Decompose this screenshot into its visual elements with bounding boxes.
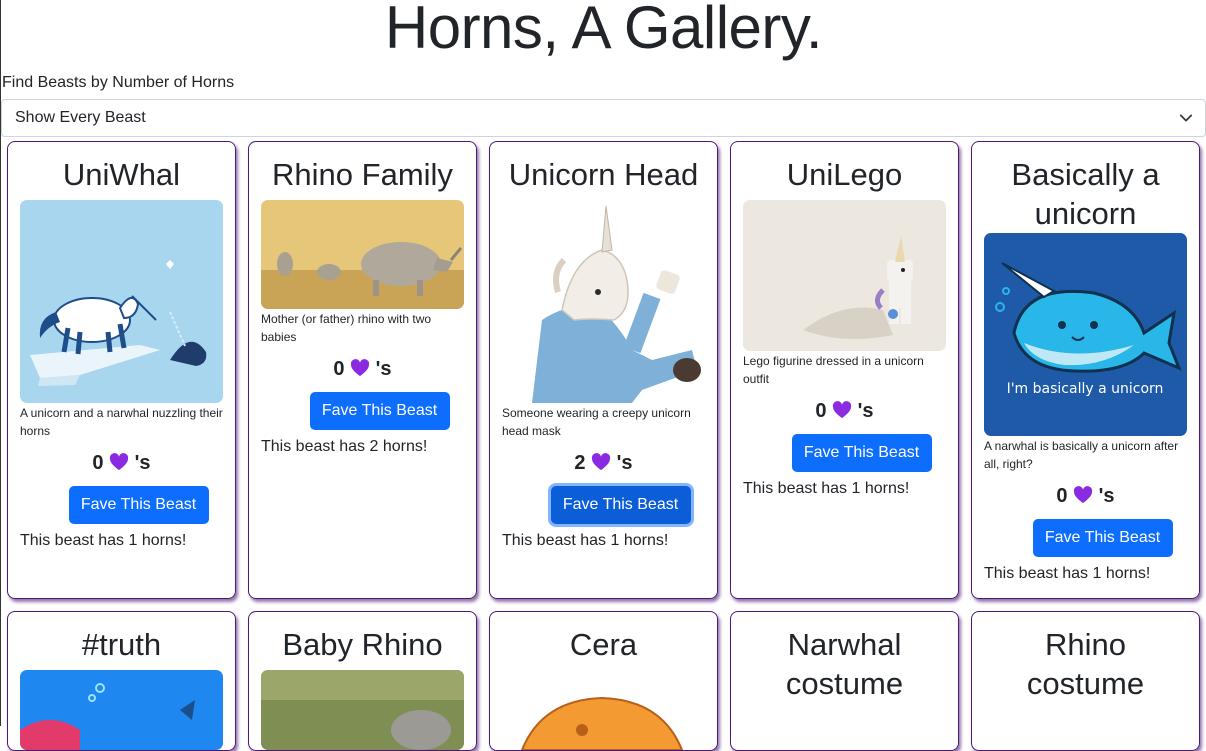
fave-this-beast-button[interactable]: Fave This Beast: [68, 486, 209, 524]
beast-card-rhino-costume: Rhino costume: [971, 611, 1200, 751]
beast-image[interactable]: [261, 670, 464, 750]
page-title: Horns, A Gallery.: [384, 0, 823, 61]
fave-this-beast-button[interactable]: Fave This Beast: [1032, 519, 1173, 557]
beast-card-cera: Cera: [489, 611, 718, 751]
purple-heart-icon: [350, 359, 370, 377]
beast-card-basically-a-unicorn: Basically a unicorn I'm basically a unic…: [971, 141, 1200, 599]
favorite-count: 0 's: [20, 450, 223, 476]
beast-description: A narwhal is basically a unicorn after a…: [984, 439, 1179, 471]
favorite-suffix: 's: [1098, 485, 1115, 507]
beast-description: Someone wearing a creepy unicorn head ma…: [502, 406, 691, 438]
horn-count-text: This beast has 1 horns!: [984, 565, 1151, 582]
favorite-suffix: 's: [857, 400, 874, 422]
purple-heart-icon: [1073, 486, 1093, 504]
fave-this-beast-button[interactable]: Fave This Beast: [791, 434, 932, 472]
beast-title: Rhino costume: [1026, 627, 1145, 701]
horn-count-text: This beast has 1 horns!: [502, 532, 669, 549]
beast-title: UniLego: [786, 157, 903, 192]
favorite-count-value: 0: [333, 358, 345, 380]
beast-card-narwhal-costume: Narwhal costume: [730, 611, 959, 751]
fave-this-beast-button[interactable]: Fave This Beast: [550, 486, 691, 524]
beast-title: Narwhal costume: [785, 627, 904, 701]
horn-count-text: This beast has 1 horns!: [20, 532, 187, 549]
fave-this-beast-button[interactable]: Fave This Beast: [309, 392, 450, 430]
favorite-suffix: 's: [375, 358, 392, 380]
horn-count-text: This beast has 1 horns!: [743, 480, 910, 497]
favorite-suffix: 's: [616, 452, 633, 474]
beast-description: A unicorn and a narwhal nuzzling their h…: [20, 406, 223, 438]
purple-heart-icon: [832, 401, 852, 419]
beast-title: Cera: [569, 627, 638, 662]
beast-image[interactable]: [20, 200, 223, 403]
chevron-down-icon: [1179, 114, 1193, 122]
favorite-count-value: 2: [574, 452, 586, 474]
purple-heart-icon: [109, 453, 129, 471]
beast-card-unilego: UniLego Lego figurine dressed in a unico…: [730, 141, 959, 599]
horn-filter-selected-value: Show Every Beast: [15, 109, 146, 126]
favorite-count: 2 's: [502, 450, 705, 476]
beast-description: Lego figurine dressed in a unicorn outfi…: [743, 354, 924, 386]
favorite-count-value: 0: [1056, 485, 1068, 507]
beast-image[interactable]: I'm basically a unicorn: [984, 233, 1187, 436]
beast-card-uniwhal: UniWhal A unicorn and a narwhal nuzzling…: [7, 141, 236, 599]
favorite-count: 0 's: [984, 483, 1187, 509]
horn-filter-select[interactable]: Show Every Beast: [1, 99, 1206, 137]
beast-image[interactable]: [261, 200, 464, 309]
beast-card-rhino-family: Rhino Family Mother (or father) rhino wi…: [248, 141, 477, 599]
favorite-count-value: 0: [815, 400, 827, 422]
purple-heart-icon: [591, 453, 611, 471]
beast-title: UniWhal: [62, 157, 181, 192]
beast-title: #truth: [81, 627, 162, 662]
beast-gallery: UniWhal A unicorn and a narwhal nuzzling…: [7, 141, 1205, 599]
beast-card-truth: #truth: [7, 611, 236, 751]
favorite-suffix: 's: [134, 452, 151, 474]
beast-image[interactable]: [502, 670, 705, 750]
favorite-count: 0 's: [261, 356, 464, 382]
beast-card-baby-rhino: Baby Rhino: [248, 611, 477, 751]
image-caption-text: I'm basically a unicorn: [1007, 381, 1164, 397]
beast-title: Basically a unicorn: [1011, 157, 1160, 231]
beast-image[interactable]: [502, 200, 705, 403]
favorite-count: 0 's: [743, 398, 946, 424]
beast-title: Unicorn Head: [508, 157, 699, 192]
beast-gallery-row-2: #truth Baby Rhino Cera Narwhal costume R…: [7, 611, 1205, 751]
beast-image[interactable]: [20, 670, 223, 750]
beast-image[interactable]: [743, 200, 946, 351]
horn-count-text: This beast has 2 horns!: [261, 438, 428, 455]
beast-title: Rhino Family: [272, 157, 453, 192]
beast-description: Mother (or father) rhino with two babies: [261, 312, 432, 344]
horn-filter-label: Find Beasts by Number of Horns: [2, 74, 235, 91]
beast-card-unicorn-head: Unicorn Head Someone wearing a creepy un…: [489, 141, 718, 599]
beast-title: Baby Rhino: [282, 627, 443, 662]
favorite-count-value: 0: [92, 452, 104, 474]
